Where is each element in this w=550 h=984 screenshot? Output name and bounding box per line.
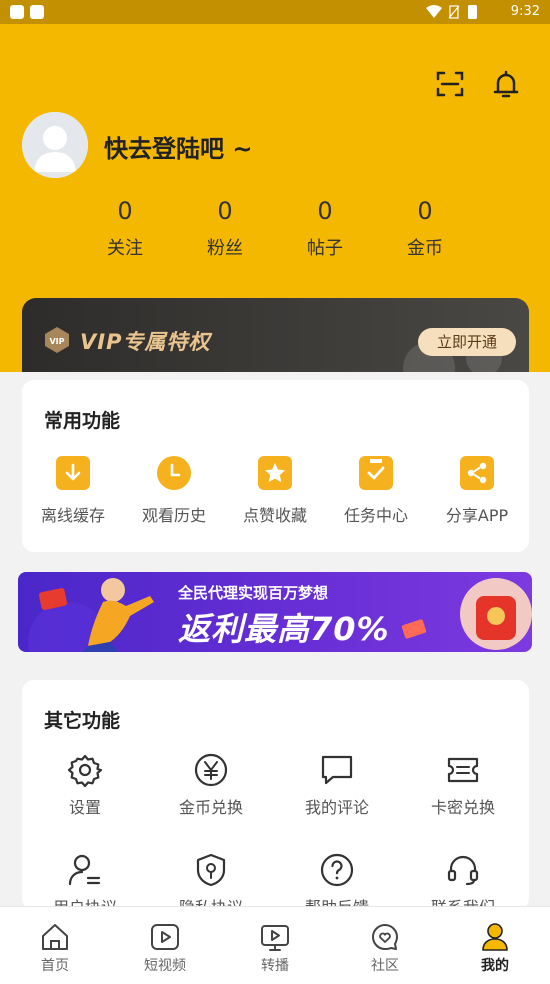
- yen-coin-icon: [194, 753, 228, 787]
- stat-value: 0: [417, 197, 433, 225]
- promo-banner[interactable]: 全民代理实现百万梦想 返利最高70%: [18, 572, 532, 652]
- vip-activate-button[interactable]: 立即开通: [418, 328, 516, 356]
- broadcast-icon: [261, 925, 289, 951]
- notification-icon: [10, 5, 24, 19]
- tab-label: 首页: [41, 958, 69, 974]
- stat-value: 0: [317, 197, 333, 225]
- stat-posts[interactable]: 0 帖子: [275, 196, 375, 260]
- vip-card[interactable]: VIP VIP专属特权 立即开通: [22, 298, 529, 372]
- task-icon: [359, 456, 393, 490]
- notification-icon: [30, 5, 44, 19]
- stat-value: 0: [217, 197, 233, 225]
- stat-following[interactable]: 0 关注: [75, 196, 175, 260]
- func-label: 分享APP: [445, 506, 509, 525]
- stat-value: 0: [117, 197, 133, 225]
- star-icon: [258, 456, 292, 490]
- status-time: 9:32: [510, 4, 540, 19]
- status-bar: 9:32: [0, 0, 550, 24]
- comment-icon: [321, 755, 353, 785]
- stat-coins[interactable]: 0 金币: [375, 196, 475, 260]
- system-status-icons: [426, 5, 477, 19]
- video-icon: [151, 924, 179, 950]
- gear-icon: [67, 754, 103, 788]
- func-label: 金币兑换: [178, 798, 243, 817]
- func-label: 设置: [68, 798, 101, 817]
- func-task-center[interactable]: 任务中心: [325, 456, 427, 526]
- community-icon: [372, 924, 398, 950]
- func-label: 我的评论: [304, 798, 369, 817]
- stat-label: 帖子: [307, 238, 343, 259]
- avatar[interactable]: [22, 112, 88, 178]
- bottom-tab-bar: 首页 短视频 转播 社区 我的: [0, 906, 550, 984]
- profile-icon: [482, 923, 508, 951]
- privacy-shield-icon: [196, 853, 226, 887]
- func-label: 任务中心: [343, 506, 408, 525]
- func-card-exchange[interactable]: 卡密兑换: [400, 752, 526, 818]
- stat-label: 粉丝: [207, 238, 243, 259]
- download-icon: [56, 456, 90, 490]
- scan-icon[interactable]: [434, 68, 466, 100]
- help-icon: [320, 853, 354, 887]
- vip-title: VIP专属特权: [80, 330, 211, 354]
- tab-broadcast[interactable]: 转播: [220, 921, 330, 975]
- bell-icon[interactable]: [490, 68, 522, 100]
- tab-label: 短视频: [144, 958, 186, 974]
- banner-headline: 返利最高70%: [178, 610, 390, 648]
- tab-community[interactable]: 社区: [330, 921, 440, 975]
- tab-home[interactable]: 首页: [0, 921, 110, 975]
- headset-icon: [447, 855, 479, 886]
- vip-badge-label: VIP: [49, 337, 64, 346]
- func-watch-history[interactable]: 观看历史: [123, 456, 225, 526]
- func-settings[interactable]: 设置: [22, 752, 148, 818]
- common-functions-card: 常用功能 离线缓存 观看历史 点赞收藏 任务中心 分享APP: [22, 380, 529, 552]
- section-title: 其它功能: [44, 710, 121, 732]
- func-label: 卡密兑换: [430, 798, 495, 817]
- func-offline-cache[interactable]: 离线缓存: [22, 456, 124, 526]
- share-icon: [460, 456, 494, 490]
- default-avatar-icon: [22, 112, 88, 178]
- section-title: 常用功能: [44, 410, 121, 432]
- func-share-app[interactable]: 分享APP: [426, 456, 528, 526]
- func-label: 离线缓存: [40, 506, 105, 525]
- ticket-icon: [447, 757, 479, 783]
- tab-label: 我的: [481, 958, 509, 974]
- tab-profile[interactable]: 我的: [440, 921, 550, 975]
- stat-fans[interactable]: 0 粉丝: [175, 196, 275, 260]
- func-likes-favorites[interactable]: 点赞收藏: [224, 456, 326, 526]
- vip-badge-icon: VIP: [45, 327, 69, 353]
- user-agreement-icon: [68, 854, 101, 886]
- stat-label: 关注: [107, 238, 143, 259]
- other-functions-card: 其它功能 设置 金币兑换 我的评论 卡密兑换 用户协议: [22, 680, 529, 917]
- tab-short-video[interactable]: 短视频: [110, 921, 220, 975]
- func-label: 点赞收藏: [242, 506, 307, 525]
- tab-label: 转播: [261, 958, 289, 974]
- banner-subtitle: 全民代理实现百万梦想: [178, 584, 329, 602]
- func-my-comments[interactable]: 我的评论: [274, 752, 400, 818]
- login-prompt[interactable]: 快去登陆吧 ~: [104, 129, 252, 164]
- func-label: 观看历史: [141, 506, 206, 525]
- func-coin-exchange[interactable]: 金币兑换: [148, 752, 274, 818]
- clock-icon: [157, 456, 191, 490]
- stat-label: 金币: [407, 238, 443, 259]
- tab-label: 社区: [371, 958, 399, 974]
- home-icon: [42, 924, 68, 950]
